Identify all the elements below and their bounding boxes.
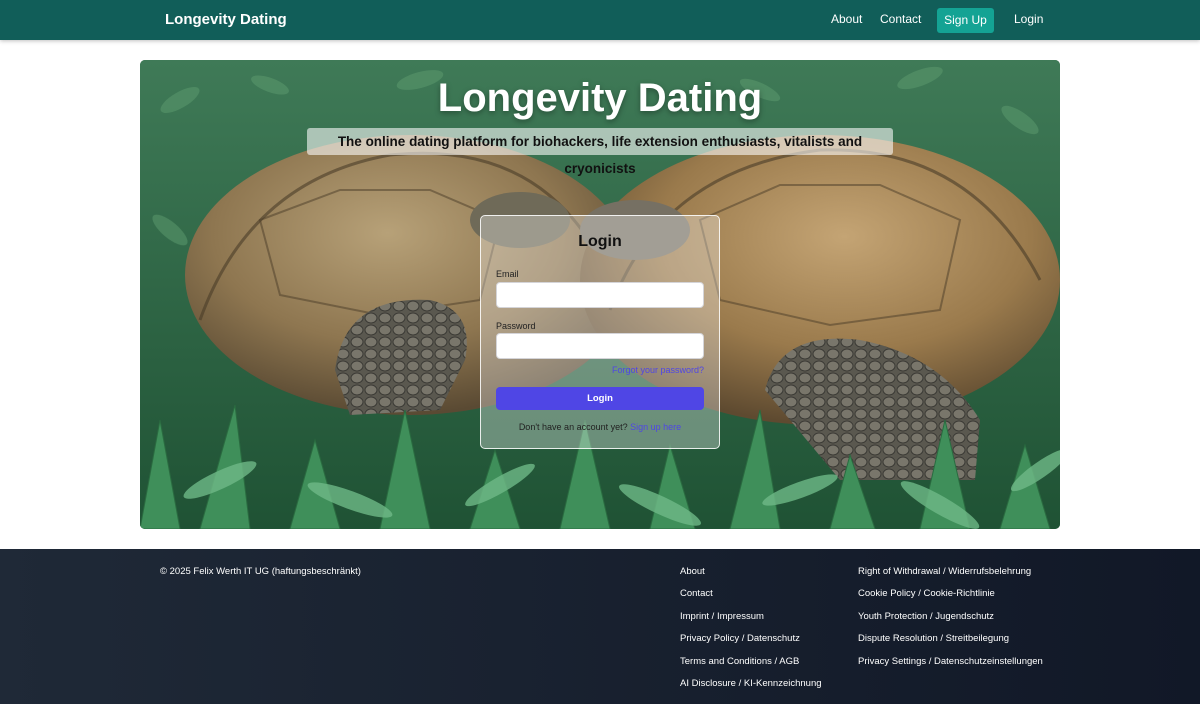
hero-title: Longevity Dating bbox=[437, 76, 763, 120]
hero-subtitle: The online dating platform for biohacker… bbox=[307, 128, 893, 176]
nav-about-link[interactable]: About bbox=[831, 12, 862, 26]
signup-prompt-text: Don't have an account yet? bbox=[518, 422, 628, 432]
footer-links-column-2: Right of Withdrawal / Widerrufsbelehrung… bbox=[858, 566, 1043, 678]
hero-section: Longevity Dating The online dating platf… bbox=[140, 60, 1060, 529]
copyright-text: © 2025 Felix Werth IT UG (haftungsbeschr… bbox=[160, 566, 361, 577]
top-navbar: Longevity Dating About Contact Sign Up L… bbox=[0, 0, 1200, 40]
footer-link-imprint[interactable]: Imprint / Impressum bbox=[680, 611, 822, 633]
footer-link-privacy-settings[interactable]: Privacy Settings / Datenschutzeinstellun… bbox=[858, 656, 1043, 678]
brand-logo-link[interactable]: Longevity Dating bbox=[165, 11, 287, 28]
login-form-title: Login bbox=[578, 233, 622, 250]
footer-link-withdrawal[interactable]: Right of Withdrawal / Widerrufsbelehrung bbox=[858, 566, 1043, 588]
site-footer: © 2025 Felix Werth IT UG (haftungsbeschr… bbox=[0, 549, 1200, 704]
footer-link-contact[interactable]: Contact bbox=[680, 588, 822, 610]
login-form-card: Login Email Password Forgot your passwor… bbox=[480, 215, 720, 449]
email-field[interactable] bbox=[496, 282, 704, 308]
signup-here-link[interactable]: Sign up here bbox=[630, 422, 681, 432]
password-label: Password bbox=[496, 321, 536, 331]
login-submit-button[interactable]: Login bbox=[496, 387, 704, 410]
email-label: Email bbox=[496, 269, 519, 279]
footer-link-privacy-policy[interactable]: Privacy Policy / Datenschutz bbox=[680, 633, 822, 655]
footer-link-cookie-policy[interactable]: Cookie Policy / Cookie-Richtlinie bbox=[858, 588, 1043, 610]
footer-link-dispute-resolution[interactable]: Dispute Resolution / Streitbeilegung bbox=[858, 633, 1043, 655]
footer-links-column-1: About Contact Imprint / Impressum Privac… bbox=[680, 566, 822, 700]
footer-link-ai-disclosure[interactable]: AI Disclosure / KI-Kennzeichnung bbox=[680, 678, 822, 700]
password-field[interactable] bbox=[496, 333, 704, 359]
nav-login-link[interactable]: Login bbox=[1014, 12, 1043, 26]
footer-link-terms[interactable]: Terms and Conditions / AGB bbox=[680, 656, 822, 678]
footer-link-about[interactable]: About bbox=[680, 566, 822, 588]
forgot-password-link[interactable]: Forgot your password? bbox=[612, 365, 704, 375]
nav-signup-button[interactable]: Sign Up bbox=[937, 8, 994, 33]
nav-contact-link[interactable]: Contact bbox=[880, 12, 921, 26]
footer-link-youth-protection[interactable]: Youth Protection / Jugendschutz bbox=[858, 611, 1043, 633]
signup-prompt: Don't have an account yet? Sign up here bbox=[481, 422, 719, 432]
